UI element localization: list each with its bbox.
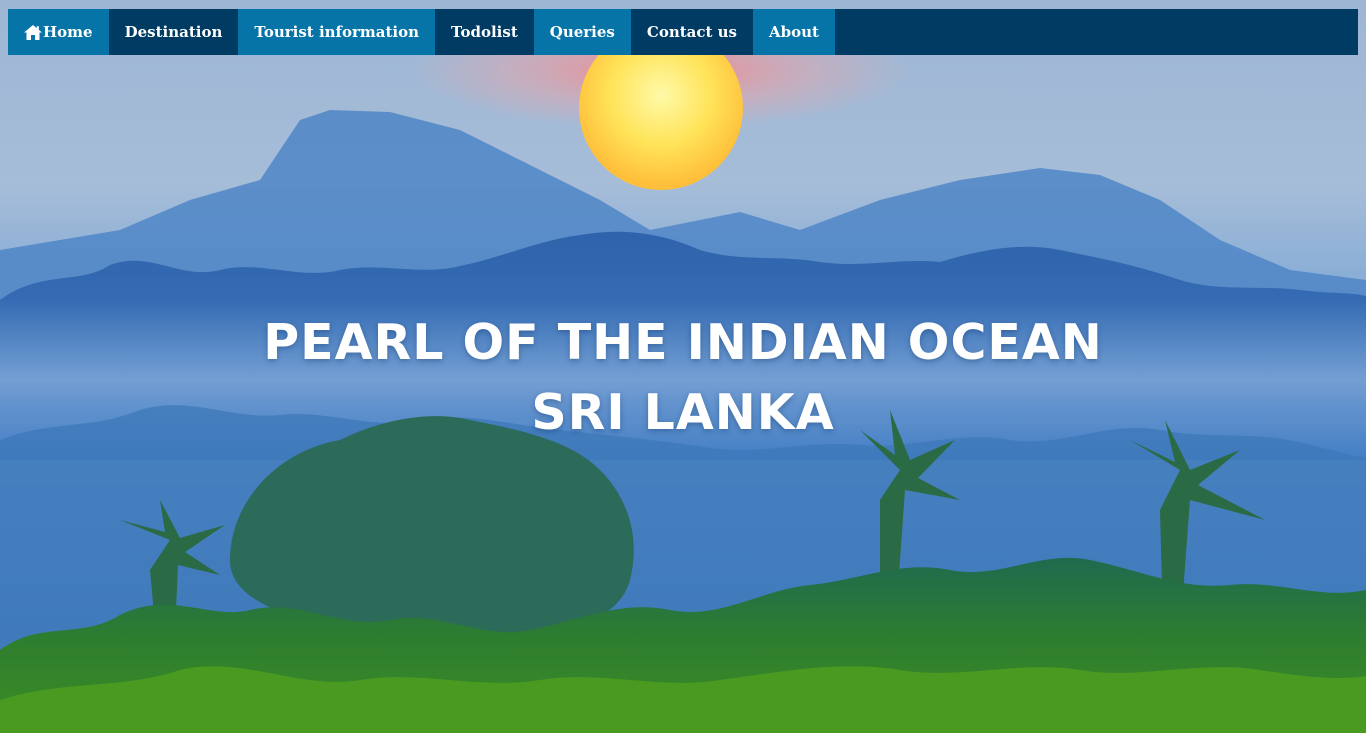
nav-item-tourist-information[interactable]: Tourist information: [238, 9, 436, 55]
nav-item-about[interactable]: About: [753, 9, 835, 55]
hero-heading: PEARL OF THE INDIAN OCEAN SRI LANKA: [0, 308, 1366, 448]
main-navbar: Home Destination Tourist information Tod…: [8, 9, 1358, 55]
hero-subtitle-line: SRI LANKA: [531, 384, 835, 441]
nav-item-queries[interactable]: Queries: [533, 9, 631, 55]
nav-item-todolist[interactable]: Todolist: [435, 9, 534, 55]
nav-item-home[interactable]: Home: [8, 9, 109, 55]
nav-item-contact-us[interactable]: Contact us: [630, 9, 754, 55]
nav-item-label: Home: [43, 23, 93, 41]
nav-item-destination[interactable]: Destination: [108, 9, 239, 55]
home-icon: [24, 24, 42, 40]
hero-title-line: PEARL OF THE INDIAN OCEAN: [263, 314, 1103, 371]
